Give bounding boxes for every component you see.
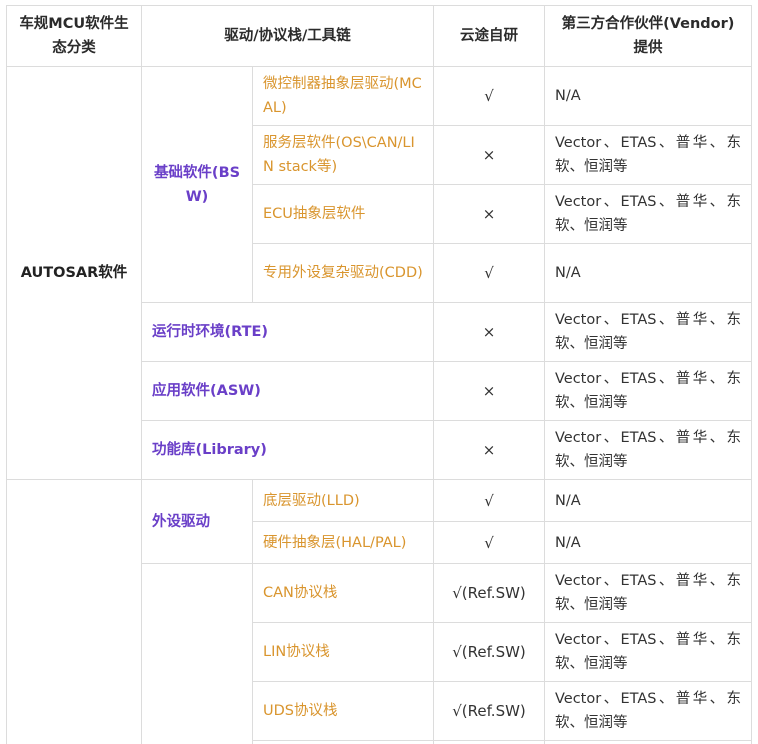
vendor-cell: Vector、ETAS、普华、东软、恒润等: [544, 125, 752, 185]
stack-item-name: [252, 740, 434, 744]
yuntu-mark: ×: [433, 420, 545, 480]
other-category: [6, 479, 142, 744]
yuntu-mark: √: [433, 479, 545, 522]
table-row: AUTOSAR软件 基础软件(BSW) 微控制器抽象层驱动(MCAL) √ N/…: [6, 66, 752, 480]
page: 车规MCU软件生态分类 驱动/协议栈/工具链 云途自研 第三方合作伙伴(Vend…: [0, 0, 758, 744]
stack-item-name: UDS协议栈: [252, 681, 434, 741]
vendor-cell: [544, 740, 752, 744]
yuntu-mark: [433, 740, 545, 744]
table-row: 外设驱动 底层驱动(LLD) √ N/A: [6, 479, 752, 744]
bsw-item-name: 微控制器抽象层驱动(MCAL): [252, 66, 434, 126]
peripheral-subcategory: 外设驱动: [141, 479, 253, 564]
vendor-cell: N/A: [544, 521, 752, 564]
library-label: 功能库(Library): [141, 420, 434, 480]
header-yuntu: 云途自研: [433, 5, 545, 67]
bsw-item-name: 专用外设复杂驱动(CDD): [252, 243, 434, 303]
vendor-cell: N/A: [544, 479, 752, 522]
yuntu-mark: ×: [433, 361, 545, 421]
yuntu-mark: √(Ref.SW): [433, 681, 545, 741]
vendor-cell: N/A: [544, 66, 752, 126]
header-driver: 驱动/协议栈/工具链: [141, 5, 434, 67]
autosar-category: AUTOSAR软件: [6, 66, 142, 480]
bsw-item-name: ECU抽象层软件: [252, 184, 434, 244]
stack-item-name: CAN协议栈: [252, 563, 434, 623]
yuntu-mark: √(Ref.SW): [433, 622, 545, 682]
yuntu-mark: ×: [433, 184, 545, 244]
peripheral-item-name: 硬件抽象层(HAL/PAL): [252, 521, 434, 564]
vendor-cell: Vector、ETAS、普华、东软、恒润等: [544, 361, 752, 421]
header-vendor: 第三方合作伙伴(Vendor)提供: [544, 5, 752, 67]
asw-label: 应用软件(ASW): [141, 361, 434, 421]
vendor-cell: Vector、ETAS、普华、东软、恒润等: [544, 302, 752, 362]
header-category: 车规MCU软件生态分类: [6, 5, 142, 67]
stack-item-name: LIN协议栈: [252, 622, 434, 682]
yuntu-mark: √(Ref.SW): [433, 563, 545, 623]
rte-label: 运行时环境(RTE): [141, 302, 434, 362]
vendor-cell: Vector、ETAS、普华、东软、恒润等: [544, 681, 752, 741]
header-row: 车规MCU软件生态分类 驱动/协议栈/工具链 云途自研 第三方合作伙伴(Vend…: [6, 5, 752, 67]
ecosystem-table: 车规MCU软件生态分类 驱动/协议栈/工具链 云途自研 第三方合作伙伴(Vend…: [6, 5, 752, 744]
yuntu-mark: ×: [433, 125, 545, 185]
yuntu-mark: √: [433, 521, 545, 564]
stack-subcategory: [141, 563, 253, 744]
vendor-cell: Vector、ETAS、普华、东软、恒润等: [544, 622, 752, 682]
peripheral-item-name: 底层驱动(LLD): [252, 479, 434, 522]
yuntu-mark: √: [433, 243, 545, 303]
yuntu-mark: ×: [433, 302, 545, 362]
vendor-cell: Vector、ETAS、普华、东软、恒润等: [544, 420, 752, 480]
bsw-subcategory: 基础软件(BSW): [141, 66, 253, 303]
vendor-cell: Vector、ETAS、普华、东软、恒润等: [544, 563, 752, 623]
yuntu-mark: √: [433, 66, 545, 126]
vendor-cell: N/A: [544, 243, 752, 303]
vendor-cell: Vector、ETAS、普华、东软、恒润等: [544, 184, 752, 244]
bsw-item-name: 服务层软件(OS\CAN/LIN stack等): [252, 125, 434, 185]
